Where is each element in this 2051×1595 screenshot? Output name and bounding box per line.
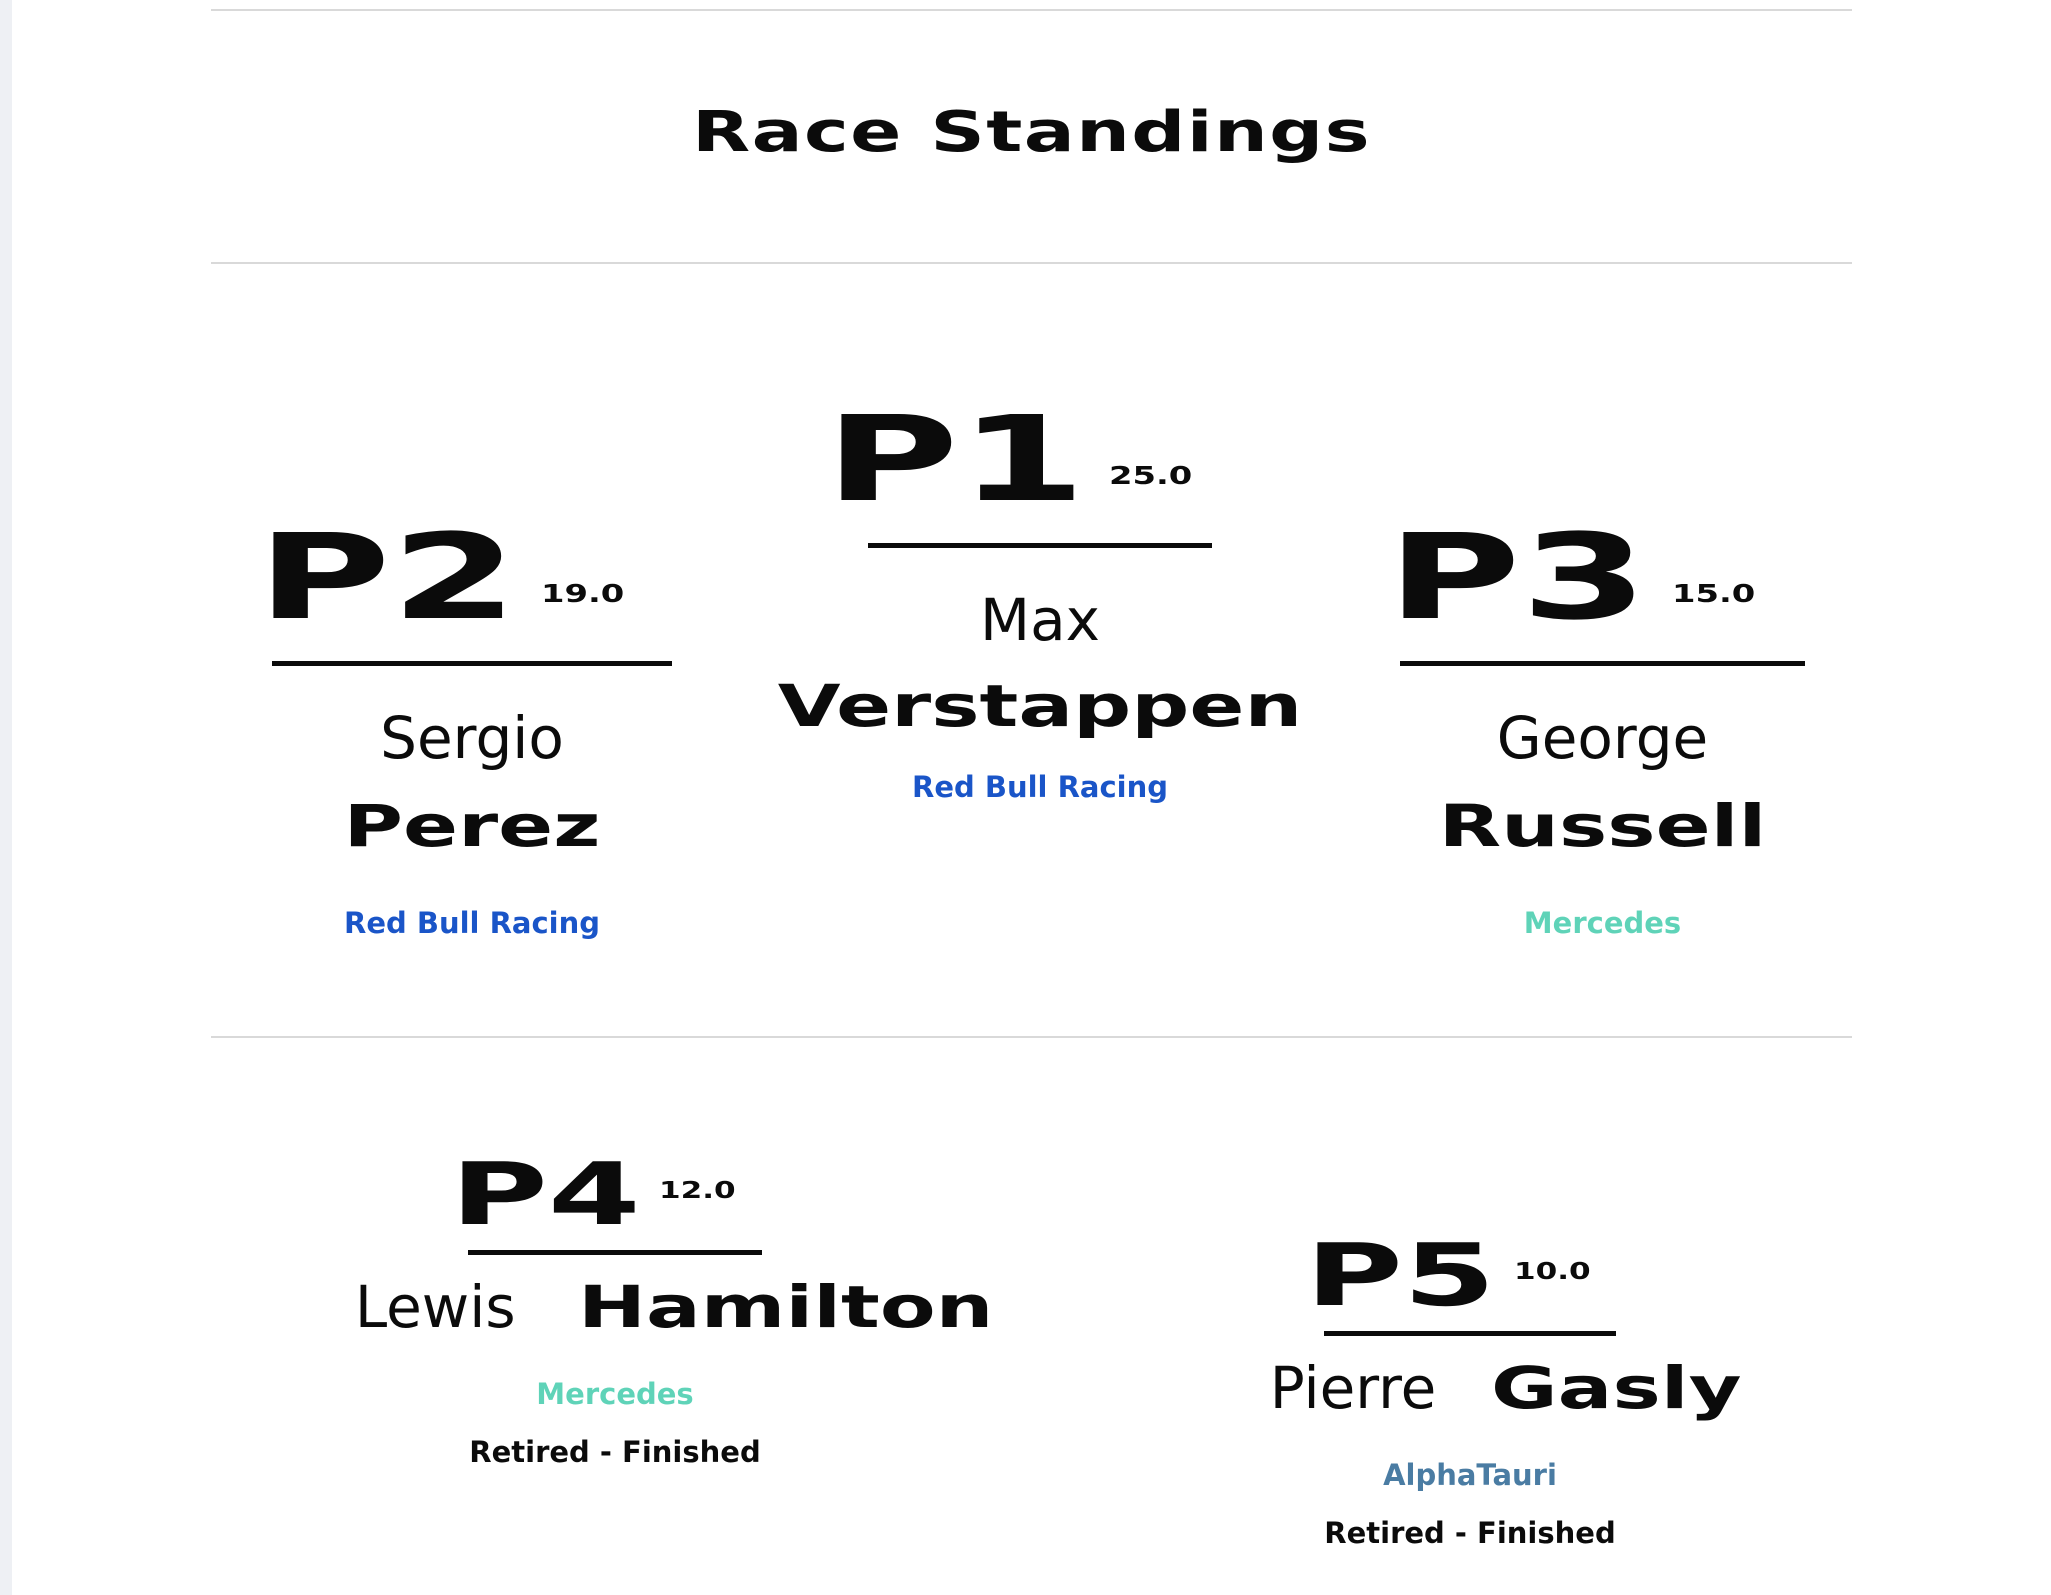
podium-card-p2[interactable]: P2 19.0 Sergio Perez Red Bull Racing <box>256 517 672 940</box>
position-underline <box>272 661 672 666</box>
left-gutter <box>0 0 12 1595</box>
divider-title <box>211 262 1852 264</box>
points-label: 12.0 <box>659 1178 736 1204</box>
team-name[interactable]: Mercedes <box>1400 906 1805 940</box>
driver-first-name: Lewis <box>354 1273 516 1341</box>
position-underline <box>1400 661 1805 666</box>
points-label: 10.0 <box>1514 1259 1591 1285</box>
points-label: 25.0 <box>1109 461 1193 490</box>
team-name[interactable]: Mercedes <box>270 1377 960 1411</box>
team-name[interactable]: Red Bull Racing <box>780 770 1300 804</box>
driver-name: Pierre Gasly <box>1190 1354 1750 1422</box>
position-row: P5 10.0 <box>1190 1226 1750 1327</box>
driver-name: Lewis Hamilton <box>270 1273 994 1341</box>
driver-last-name: Verstappen <box>777 672 1303 740</box>
position-label: P4 <box>450 1145 641 1246</box>
position-label: P2 <box>256 507 518 646</box>
driver-first-name: George <box>1496 704 1709 772</box>
position-underline <box>1324 1331 1616 1336</box>
position-row: P4 12.0 <box>270 1145 960 1246</box>
podium-card-p1[interactable]: P1 25.0 Max Verstappen Red Bull Racing <box>778 389 1303 804</box>
status-label: Retired - Finished <box>1324 1516 1616 1550</box>
position-label: P1 <box>824 389 1086 528</box>
position-underline <box>468 1250 762 1255</box>
position-underline <box>868 543 1212 548</box>
driver-first-name: Max <box>980 586 1100 654</box>
position-row: P2 19.0 <box>256 517 672 635</box>
driver-last-name: Gasly <box>1491 1354 1742 1422</box>
driver-last-name: Hamilton <box>578 1273 994 1341</box>
divider-podium <box>211 1036 1852 1038</box>
podium-card-p3[interactable]: P3 15.0 George Russell Mercedes <box>1387 517 1805 940</box>
page-title: Race Standings <box>692 100 1371 165</box>
driver-last-name: Russell <box>1438 792 1767 860</box>
driver-last-name: Perez <box>343 792 601 860</box>
position-label: P3 <box>1386 507 1649 646</box>
position-row: P3 15.0 <box>1387 517 1805 635</box>
standing-card-p5[interactable]: P5 10.0 Pierre Gasly AlphaTauri Retired … <box>1190 1226 1750 1550</box>
status-label: Retired - Finished <box>469 1435 761 1469</box>
driver-first-name: Pierre <box>1269 1354 1437 1422</box>
driver-first-name: Sergio <box>380 704 564 772</box>
points-label: 19.0 <box>541 579 625 608</box>
team-name[interactable]: Red Bull Racing <box>272 906 672 940</box>
points-label: 15.0 <box>1671 579 1756 608</box>
divider-top <box>211 9 1852 11</box>
team-name[interactable]: AlphaTauri <box>1190 1458 1750 1492</box>
position-label: P5 <box>1305 1226 1496 1327</box>
standing-card-p4[interactable]: P4 12.0 Lewis Hamilton Mercedes Retired … <box>270 1145 994 1469</box>
position-row: P1 25.0 <box>780 389 1300 528</box>
